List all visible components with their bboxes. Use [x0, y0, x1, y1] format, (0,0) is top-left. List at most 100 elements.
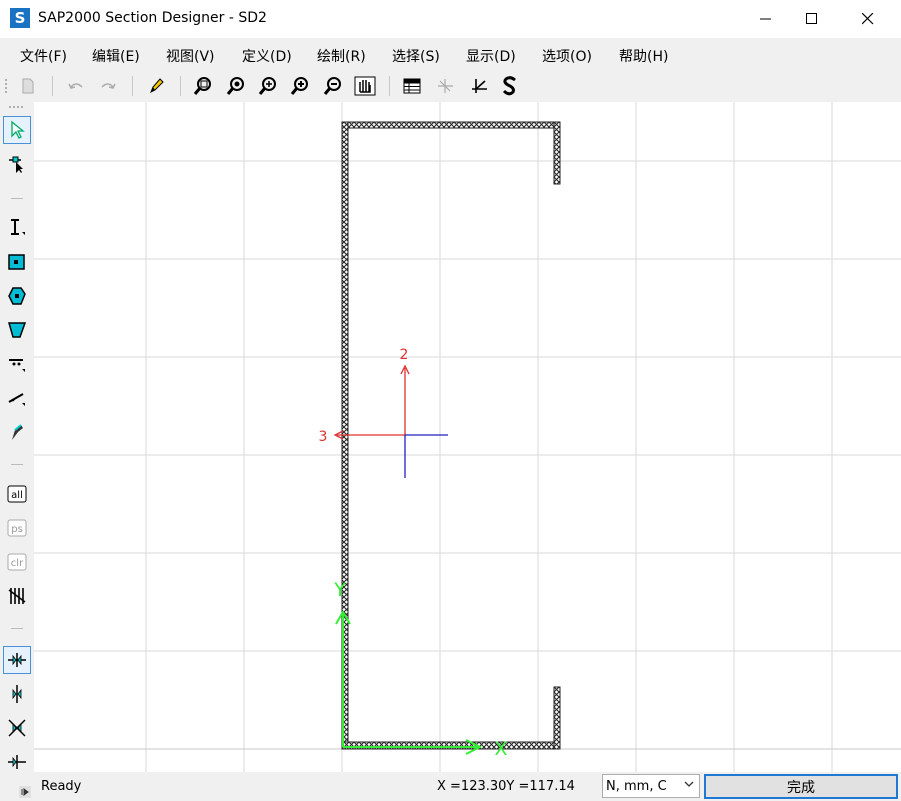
- reshaper-button[interactable]: [3, 150, 31, 178]
- toolbar-separator: [11, 464, 23, 465]
- menu-select[interactable]: 选择(S): [392, 46, 440, 66]
- section-properties-icon: [502, 76, 516, 96]
- snap-points-button[interactable]: [3, 646, 31, 674]
- zoom-window-icon: [193, 77, 211, 95]
- svg-text:ps: ps: [11, 524, 23, 535]
- done-button[interactable]: 完成: [704, 774, 898, 799]
- menu-options[interactable]: 选项(O): [542, 46, 592, 66]
- maximize-button[interactable]: [789, 0, 835, 38]
- table-button[interactable]: [400, 74, 424, 98]
- minimize-button[interactable]: [743, 0, 789, 38]
- zoom-out-icon: [323, 77, 341, 95]
- intersecting-line-icon: [8, 588, 26, 604]
- pointer-icon: [11, 120, 25, 139]
- global-x-label: X: [494, 738, 507, 760]
- zoom-restore-icon: [226, 77, 244, 95]
- toolbar-separator: [180, 76, 181, 96]
- svg-text:all: all: [11, 490, 23, 501]
- local-axes-icon: [472, 79, 487, 93]
- draw-i-section-icon: [11, 219, 25, 235]
- draw-reference-line-icon: [12, 424, 23, 440]
- app-icon: S: [10, 8, 30, 28]
- snap-lines-icon: [12, 685, 22, 703]
- pencil-icon: [150, 78, 164, 94]
- grid-lines: [34, 102, 901, 772]
- show-axes-button[interactable]: [433, 74, 457, 98]
- status-bar: Ready X =123.30Y =117.14 N, mm, C 完成: [0, 772, 901, 801]
- pointer-button[interactable]: [3, 116, 31, 144]
- select-all-button[interactable]: all: [3, 480, 31, 508]
- draw-caliper-icon: [8, 322, 27, 338]
- window-title: SAP2000 Section Designer - SD2: [38, 10, 267, 26]
- units-dropdown[interactable]: N, mm, C: [602, 774, 700, 798]
- global-y-label: Y: [333, 579, 346, 601]
- menu-define[interactable]: 定义(D): [242, 46, 292, 66]
- previous-selection-button[interactable]: ps: [3, 514, 31, 542]
- close-button[interactable]: [845, 0, 891, 38]
- draw-toolbar: all ps clr: [0, 102, 34, 772]
- scroll-arrow-icon[interactable]: [19, 786, 31, 798]
- pan-icon: [354, 76, 376, 96]
- snap-intersections-icon: [8, 719, 26, 737]
- section-drawing: 2 3 Y X: [34, 102, 901, 772]
- toolbar-separator: [11, 198, 23, 199]
- pencil-button[interactable]: [144, 74, 168, 98]
- menu-draw[interactable]: 绘制(R): [317, 46, 366, 66]
- draw-polygon-button[interactable]: [3, 282, 31, 310]
- menu-help[interactable]: 帮助(H): [619, 46, 668, 66]
- toolbar-grip-icon: [5, 79, 7, 93]
- title-bar: S SAP2000 Section Designer - SD2: [0, 0, 901, 38]
- zoom-out-button[interactable]: [321, 74, 345, 98]
- chevron-down-icon: [684, 778, 694, 791]
- draw-i-section-button[interactable]: [3, 214, 31, 242]
- draw-caliper-button[interactable]: [3, 316, 31, 344]
- global-axes: Y X: [333, 579, 507, 760]
- intersecting-line-button[interactable]: [3, 582, 31, 610]
- axis-3-label: 3: [319, 429, 328, 445]
- draw-rebar-button[interactable]: [3, 350, 31, 378]
- undo-icon: [68, 83, 83, 89]
- undo-button[interactable]: [64, 74, 88, 98]
- zoom-in-button[interactable]: [256, 74, 280, 98]
- toolbar-separator: [11, 628, 23, 629]
- local-axes-button[interactable]: [467, 74, 491, 98]
- zoom-window-button[interactable]: [191, 74, 215, 98]
- snap-intersections-button[interactable]: [3, 714, 31, 742]
- previous-selection-icon: ps: [7, 519, 27, 537]
- zoom-in-step-button[interactable]: [288, 74, 312, 98]
- drawing-canvas[interactable]: 2 3 Y X: [34, 102, 901, 772]
- main-toolbar: [0, 70, 901, 102]
- draw-solid-shape-icon: [8, 254, 25, 270]
- toolbar-separator: [132, 76, 133, 96]
- minimize-icon: [760, 18, 771, 20]
- draw-line-bar-button[interactable]: [3, 384, 31, 412]
- zoom-restore-button[interactable]: [224, 74, 248, 98]
- snap-lines-button[interactable]: [3, 680, 31, 708]
- clear-selection-button[interactable]: clr: [3, 548, 31, 576]
- pan-button[interactable]: [353, 74, 377, 98]
- select-all-icon: all: [7, 485, 27, 503]
- draw-solid-shape-button[interactable]: [3, 248, 31, 276]
- menu-bar: 文件(F) 编辑(E) 视图(V) 定义(D) 绘制(R) 选择(S) 显示(D…: [0, 38, 901, 70]
- zoom-in-step-icon: [290, 77, 308, 95]
- reshaper-icon: [9, 156, 23, 173]
- section-properties-button[interactable]: [498, 74, 522, 98]
- snap-midpoints-icon: [8, 755, 26, 769]
- menu-file[interactable]: 文件(F): [20, 46, 67, 66]
- menu-edit[interactable]: 编辑(E): [92, 46, 140, 66]
- draw-line-bar-icon: [8, 393, 25, 406]
- snap-points-icon: [8, 653, 26, 667]
- toolbar-separator: [52, 76, 53, 96]
- toolbar-separator: [389, 76, 390, 96]
- local-axes: 2 3: [319, 347, 448, 478]
- close-icon: [862, 13, 874, 25]
- menu-view[interactable]: 视图(V): [166, 46, 215, 66]
- redo-icon: [101, 83, 116, 89]
- table-icon: [403, 78, 421, 94]
- menu-display[interactable]: 显示(D): [466, 46, 516, 66]
- draw-rebar-icon: [9, 359, 25, 372]
- new-file-button[interactable]: [16, 74, 40, 98]
- draw-reference-line-button[interactable]: [3, 418, 31, 446]
- show-axes-icon: [438, 79, 453, 93]
- redo-button[interactable]: [96, 74, 120, 98]
